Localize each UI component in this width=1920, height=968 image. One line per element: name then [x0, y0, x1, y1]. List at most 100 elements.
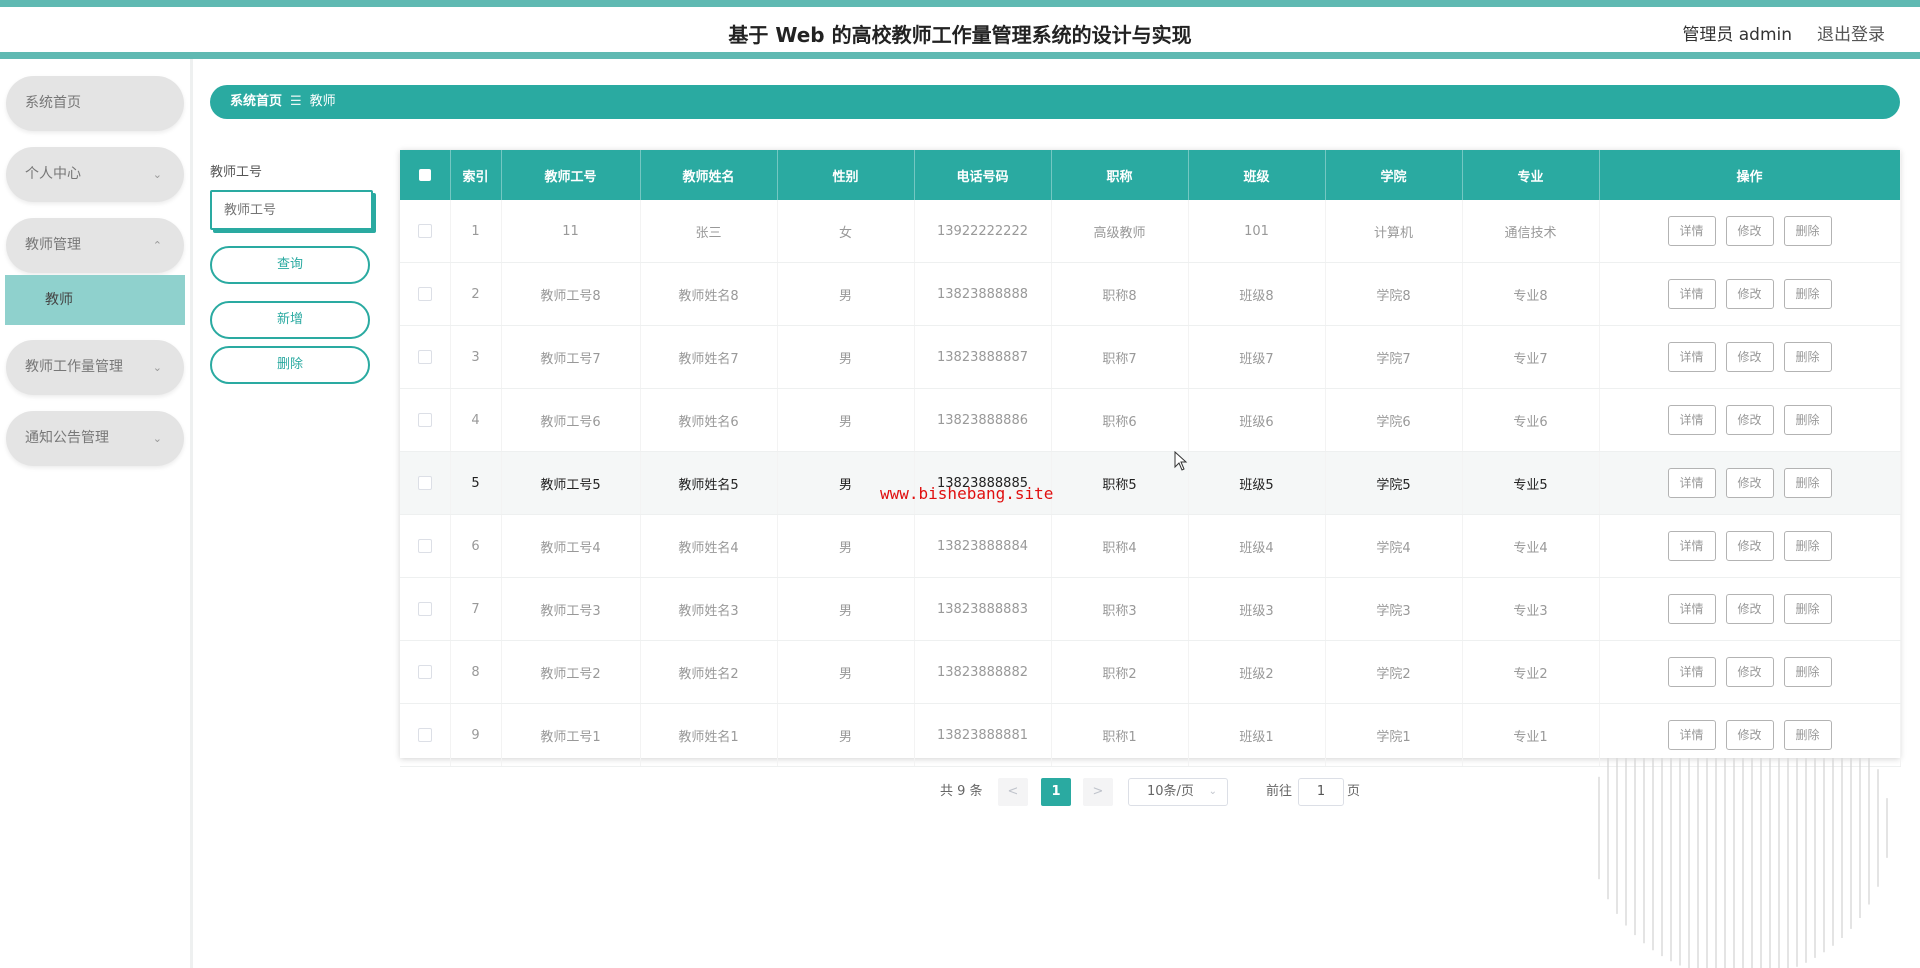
row-select-cell[interactable]: [400, 514, 451, 578]
delete-button[interactable]: 删除: [1783, 342, 1832, 372]
delete-button[interactable]: 删除: [1783, 405, 1832, 435]
page-size-select[interactable]: 10条/页 ⌄: [1128, 778, 1228, 806]
row-checkbox[interactable]: [417, 224, 432, 238]
table-cell: 职称7: [1051, 325, 1189, 389]
row-checkbox[interactable]: [417, 728, 432, 742]
edit-button[interactable]: 修改: [1725, 468, 1774, 498]
app-title: 基于 Web 的高校教师工作量管理系统的设计与实现: [728, 23, 1192, 47]
table-cell: 职称1: [1051, 703, 1189, 767]
sidebar-item-label: 通知公告管理: [25, 430, 109, 446]
add-button[interactable]: 新增: [210, 301, 370, 339]
table-cell: 专业3: [1462, 577, 1600, 641]
table-cell: 专业5: [1462, 451, 1600, 515]
table-cell: 13823888886: [914, 388, 1052, 452]
chevron-down-icon: ⌄: [152, 168, 162, 181]
delete-button[interactable]: 删除: [1783, 531, 1832, 561]
table-cell: 学院2: [1325, 640, 1463, 704]
column-header: 班级: [1188, 150, 1326, 200]
row-actions: 详情 修改 删除: [1599, 451, 1901, 515]
table-cell: 专业7: [1462, 325, 1600, 389]
table-row[interactable]: 3 教师工号7 教师姓名7 男 13823888887 职称7 班级7 学院7 专业7 详情 修改删…: [400, 325, 1901, 389]
teacher-id-search-input[interactable]: [210, 190, 373, 230]
pagination-prev-button[interactable]: <: [998, 778, 1028, 806]
row-checkbox[interactable]: [417, 476, 432, 490]
sidebar-item-home[interactable]: 系统首页: [6, 76, 184, 131]
delete-button[interactable]: 删除: [1783, 594, 1832, 624]
logout-link[interactable]: 退出登录: [1817, 20, 1885, 45]
select-all-cell[interactable]: [400, 150, 451, 200]
edit-button[interactable]: 修改: [1725, 594, 1774, 624]
detail-button[interactable]: 详情: [1667, 594, 1716, 624]
row-select-cell[interactable]: [400, 388, 451, 452]
detail-button[interactable]: 详情: [1667, 405, 1716, 435]
goto-page-input[interactable]: 1: [1298, 778, 1344, 806]
row-select-cell[interactable]: [400, 200, 451, 263]
table-row[interactable]: 7 教师工号3 教师姓名3 男 13823888883 职称3 班级3 学院3 专业3 详情 修改删…: [400, 577, 1901, 641]
table-cell: 专业4: [1462, 514, 1600, 578]
edit-button[interactable]: 修改: [1725, 405, 1774, 435]
detail-button[interactable]: 详情: [1667, 342, 1716, 372]
sidebar-item-workload-management[interactable]: 教师工作量管理 ⌄: [6, 340, 184, 395]
delete-button[interactable]: 删除: [1783, 216, 1832, 246]
breadcrumb-home[interactable]: 系统首页: [230, 94, 282, 109]
pagination-page-button[interactable]: 1: [1041, 778, 1071, 806]
row-checkbox[interactable]: [417, 413, 432, 427]
batch-delete-button[interactable]: 删除: [210, 346, 370, 384]
detail-button[interactable]: 详情: [1667, 468, 1716, 498]
detail-button[interactable]: 详情: [1667, 720, 1716, 750]
edit-button[interactable]: 修改: [1725, 279, 1774, 309]
page-size-value: 10条/页: [1147, 784, 1194, 799]
row-actions: 详情 修改 删除: [1599, 514, 1901, 578]
row-select-cell[interactable]: [400, 262, 451, 326]
decorative-stripes: [1598, 758, 1888, 968]
edit-button[interactable]: 修改: [1725, 342, 1774, 372]
table-row[interactable]: 8 教师工号2 教师姓名2 男 13823888882 职称2 班级2 学院2 专业2 详情 修改删…: [400, 640, 1901, 704]
select-all-checkbox[interactable]: [418, 169, 431, 181]
pagination-next-button[interactable]: >: [1083, 778, 1113, 806]
row-checkbox[interactable]: [417, 287, 432, 301]
table-cell: 职称4: [1051, 514, 1189, 578]
edit-button[interactable]: 修改: [1725, 216, 1774, 246]
table-cell: 13823888882: [914, 640, 1052, 704]
edit-button[interactable]: 修改: [1725, 657, 1774, 687]
edit-button[interactable]: 修改: [1725, 720, 1774, 750]
table-row[interactable]: 2 教师工号8 教师姓名8 男 13823888888 职称8 班级8 学院8 专业8 详情 修改删…: [400, 262, 1901, 326]
row-checkbox[interactable]: [417, 602, 432, 616]
teacher-table: 索引 教师工号 教师姓名 性别 电话号码 职称 班级 学院 专业 操作 1 11 张…: [400, 150, 1901, 767]
delete-button[interactable]: 删除: [1783, 720, 1832, 750]
breadcrumb-separator-icon: ☰: [290, 94, 302, 109]
current-user: 管理员 admin: [1682, 25, 1792, 45]
detail-button[interactable]: 详情: [1667, 216, 1716, 246]
delete-button[interactable]: 删除: [1783, 468, 1832, 498]
row-checkbox[interactable]: [417, 665, 432, 679]
sidebar-item-notice-management[interactable]: 通知公告管理 ⌄: [6, 411, 184, 466]
table-row[interactable]: 5 教师工号5 教师姓名5 男 13823888885 职称5 班级5 学院5 专业5 详情 修改删…: [400, 451, 1901, 515]
detail-button[interactable]: 详情: [1667, 657, 1716, 687]
delete-button[interactable]: 删除: [1783, 279, 1832, 309]
row-select-cell[interactable]: [400, 640, 451, 704]
row-checkbox[interactable]: [417, 350, 432, 364]
row-select-cell[interactable]: [400, 703, 451, 767]
row-actions: 详情 修改 删除: [1599, 262, 1901, 326]
table-row[interactable]: 6 教师工号4 教师姓名4 男 13823888884 职称4 班级4 学院4 专业4 详情 修改删…: [400, 514, 1901, 578]
detail-button[interactable]: 详情: [1667, 531, 1716, 561]
sidebar-subitem-teacher[interactable]: 教师: [5, 275, 185, 325]
detail-button[interactable]: 详情: [1667, 279, 1716, 309]
table-cell: 男: [777, 451, 915, 515]
table-cell: 101: [1188, 200, 1326, 263]
page-suffix: 页: [1347, 784, 1361, 799]
row-select-cell[interactable]: [400, 577, 451, 641]
delete-button[interactable]: 删除: [1783, 657, 1832, 687]
row-select-cell[interactable]: [400, 325, 451, 389]
sidebar-item-teacher-management[interactable]: 教师管理 ⌃: [6, 218, 184, 273]
row-select-cell[interactable]: [400, 451, 451, 515]
column-header: 教师姓名: [640, 150, 778, 200]
table-row[interactable]: 1 11 张三女 13922222222 高级教师 101 计算机 通信技术 详情 修改 删除: [400, 200, 1901, 263]
row-checkbox[interactable]: [417, 539, 432, 553]
table-cell: 班级5: [1188, 451, 1326, 515]
sidebar-item-personal-center[interactable]: 个人中心 ⌄: [6, 147, 184, 202]
query-button[interactable]: 查询: [210, 246, 370, 284]
table-row[interactable]: 4 教师工号6 教师姓名6 男 13823888886 职称6 班级6 学院6 专业6 详情 修改删…: [400, 388, 1901, 452]
edit-button[interactable]: 修改: [1725, 531, 1774, 561]
watermark-text: www.bishebang.site: [880, 484, 1054, 503]
